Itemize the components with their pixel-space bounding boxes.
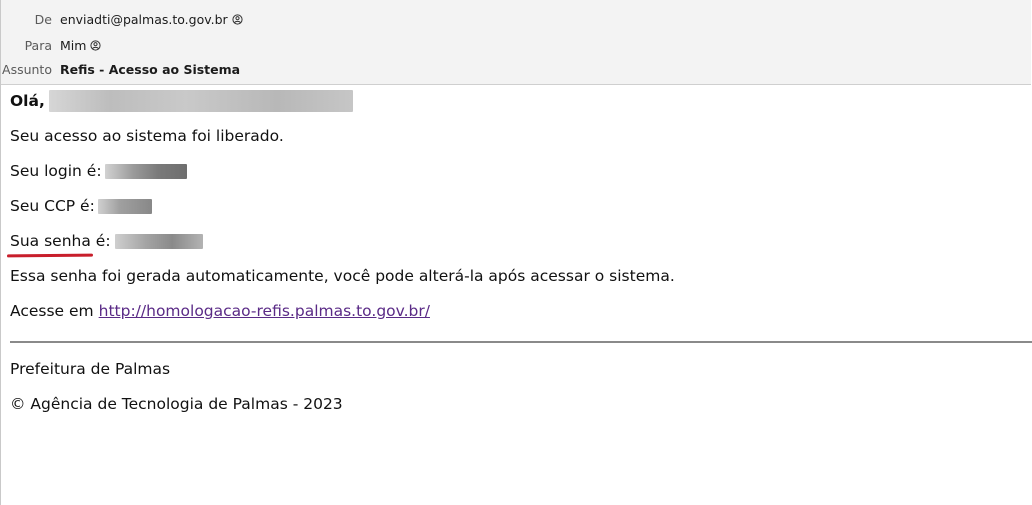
access-prefix: Acesse em bbox=[10, 302, 94, 320]
email-viewer: De enviadti@palmas.to.gov.br Para Mim As… bbox=[0, 0, 1032, 505]
greeting-line: Olá, bbox=[10, 90, 1031, 126]
to-recipient-text[interactable]: Mim bbox=[60, 38, 86, 53]
access-line: Seu acesso ao sistema foi liberado. bbox=[10, 127, 284, 145]
contact-icon[interactable] bbox=[232, 13, 243, 25]
to-label: Para bbox=[24, 37, 52, 53]
login-label: Seu login é: bbox=[10, 162, 102, 180]
password-label: Sua senha bbox=[10, 232, 91, 250]
password-label-highlight: Sua senha bbox=[6, 231, 93, 258]
to-recipient[interactable]: Mim bbox=[60, 38, 102, 53]
ccp-line: Seu CCP é: bbox=[10, 196, 1031, 231]
link-line: Acesse em http://homologacao-refis.palma… bbox=[10, 301, 1031, 336]
from-address-text[interactable]: enviadti@palmas.to.gov.br bbox=[60, 12, 228, 27]
note-line: Essa senha foi gerada automaticamente, v… bbox=[10, 267, 675, 285]
email-body: Olá, Seu acesso ao sistema foi liberado.… bbox=[1, 85, 1032, 429]
from-label: De bbox=[34, 11, 52, 27]
subject-text: Refis - Acesso ao Sistema bbox=[60, 61, 241, 77]
footer-org: Prefeitura de Palmas bbox=[10, 360, 171, 378]
redacted-password bbox=[114, 234, 203, 249]
from-row: De enviadti@palmas.to.gov.br bbox=[1, 6, 1031, 32]
red-annotation-underline bbox=[6, 253, 93, 258]
system-link[interactable]: http://homologacao-refis.palmas.to.gov.b… bbox=[99, 301, 430, 321]
subject-label: Assunto bbox=[2, 61, 52, 77]
ccp-label: Seu CCP é: bbox=[10, 197, 95, 215]
password-line: Sua senha é: bbox=[6, 231, 1031, 266]
email-header: De enviadti@palmas.to.gov.br Para Mim As… bbox=[1, 0, 1031, 85]
to-row: Para Mim bbox=[1, 32, 1031, 58]
login-line: Seu login é: bbox=[10, 161, 1031, 196]
contact-icon[interactable] bbox=[90, 39, 102, 51]
footer-copyright: © Agência de Tecnologia de Palmas - 2023 bbox=[10, 395, 343, 413]
email-footer: Prefeitura de Palmas © Agência de Tecnol… bbox=[10, 343, 1031, 429]
redacted-login bbox=[104, 164, 187, 179]
subject-row: Assunto Refis - Acesso ao Sistema bbox=[1, 58, 1031, 80]
redacted-name bbox=[48, 90, 353, 112]
password-label-suffix: é: bbox=[90, 232, 111, 250]
greeting: Olá, bbox=[10, 92, 45, 110]
redacted-ccp bbox=[97, 199, 152, 214]
from-address[interactable]: enviadti@palmas.to.gov.br bbox=[60, 12, 243, 27]
